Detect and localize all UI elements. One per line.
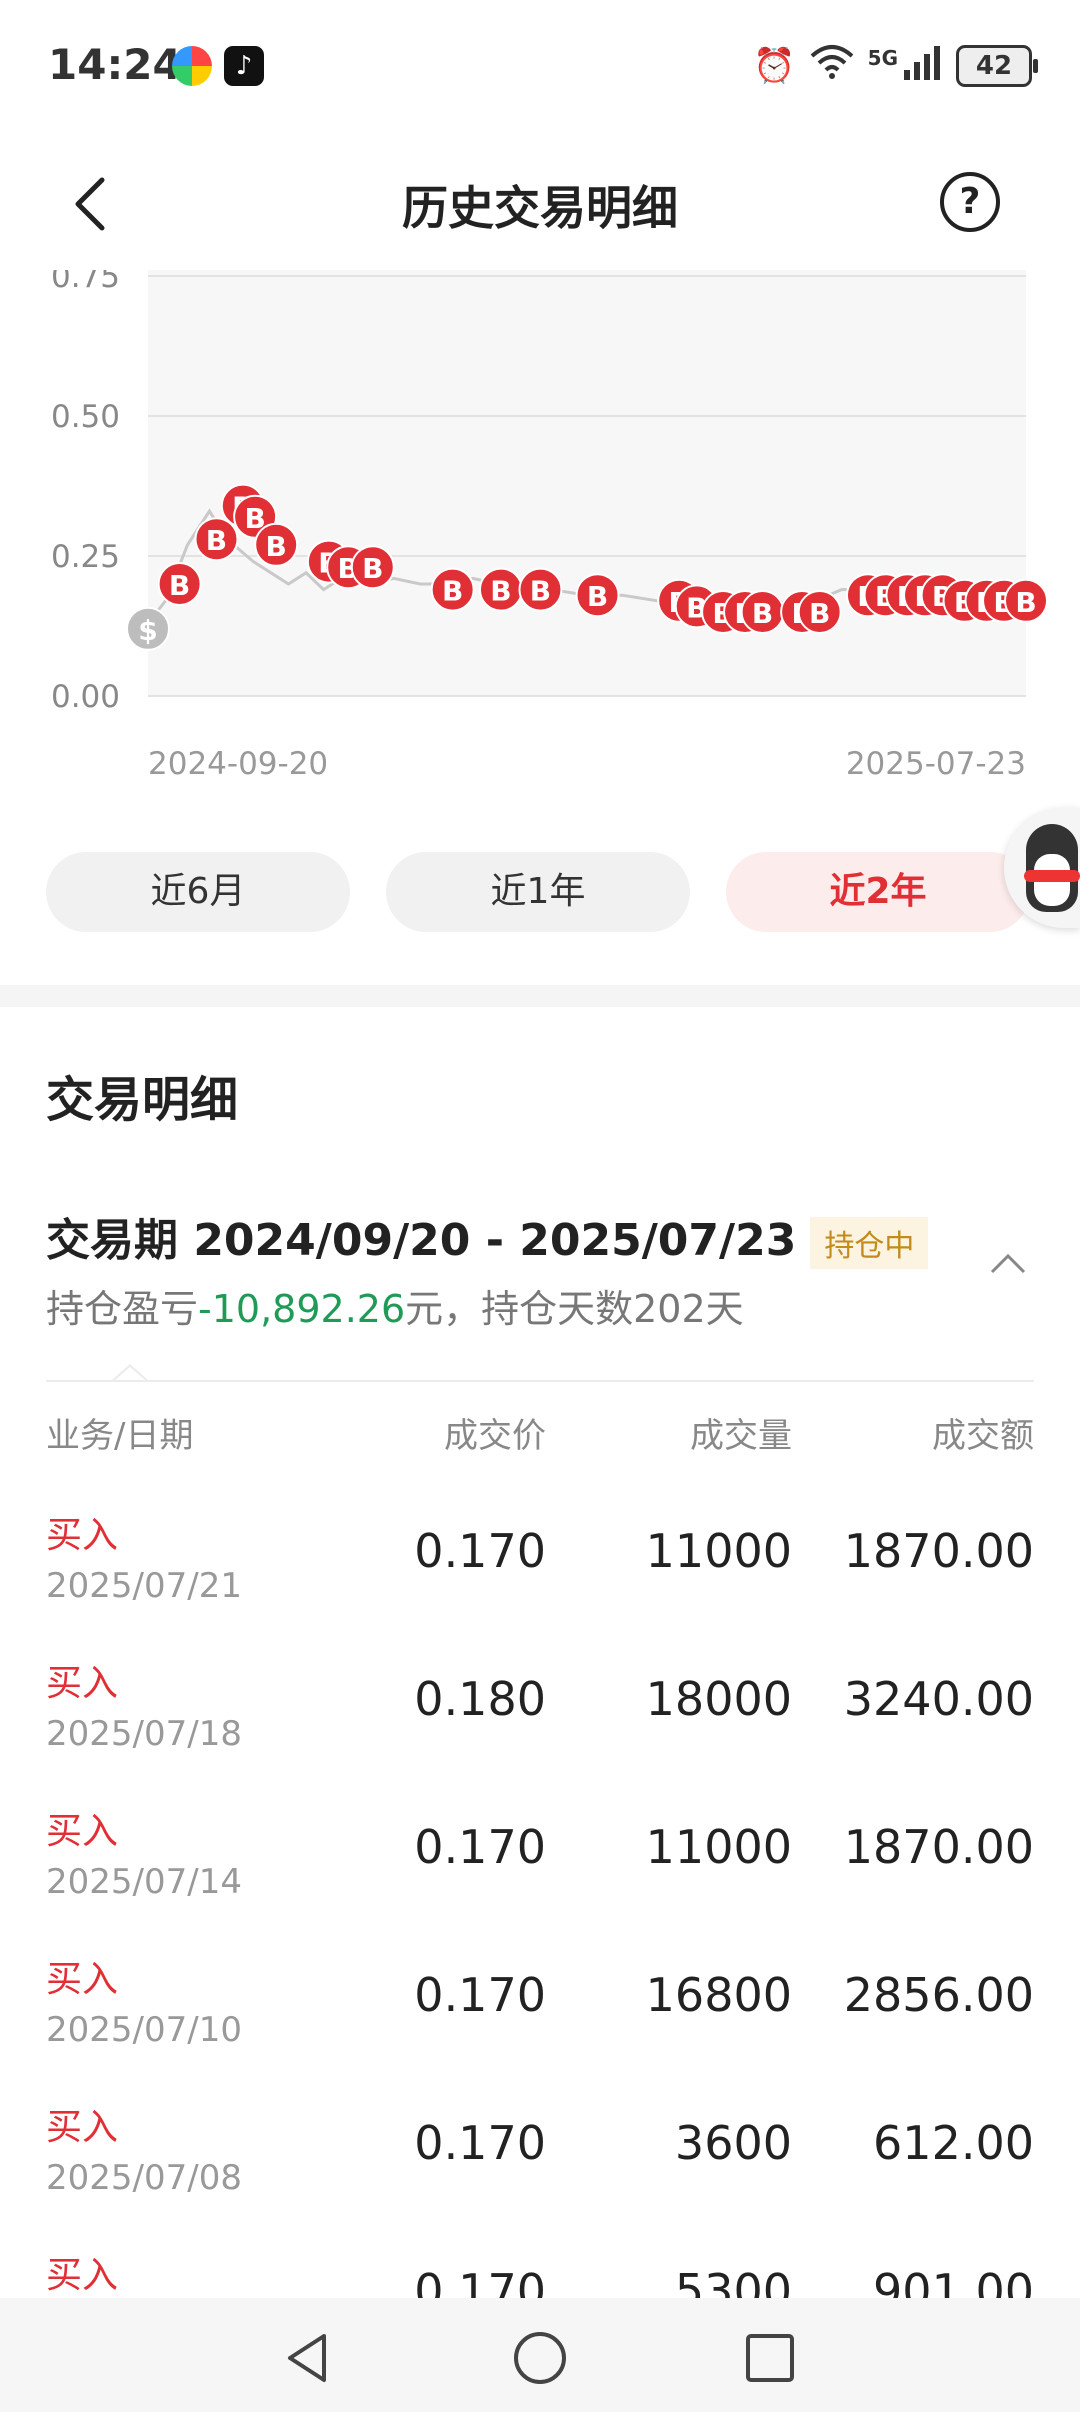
trade-date: 2025/07/21 — [46, 1566, 242, 1606]
marker-label: B — [752, 597, 773, 630]
section-divider — [0, 985, 1080, 1007]
trade-type: 买入 — [46, 2107, 119, 2148]
app-notification-icon — [172, 46, 212, 86]
x-tick-label: 2025-07-23 — [846, 746, 1026, 782]
triangle-back-icon — [288, 2334, 326, 2382]
plot-area — [148, 270, 1026, 696]
network-label: 5G — [867, 46, 898, 70]
marker-label: B — [266, 530, 287, 563]
marker-label: B — [587, 580, 608, 613]
trade-type: 买入 — [46, 1515, 119, 1556]
trade-history-chart[interactable]: 0.75 0.50 0.25 0.00 2024-09-20 2025-07-23 $ B B B… — [0, 270, 1080, 790]
trade-date: 2025/07/10 — [46, 2010, 242, 2050]
table-row[interactable]: 买入 2025/07/10 0.170 16800 2856.00 — [46, 1934, 1034, 2082]
marker-label: B — [442, 575, 463, 608]
marker-label: B — [490, 575, 511, 608]
trade-date: 2025/07/14 — [46, 1862, 242, 1902]
column-type-date: 业务/日期 — [46, 1416, 194, 1456]
tiktok-notification-icon: ♪ — [224, 46, 264, 86]
battery-indicator: 42 — [956, 45, 1038, 87]
signal-icon — [902, 44, 942, 89]
divider-notch — [112, 1364, 148, 1381]
trade-price: 0.180 — [414, 1672, 546, 1726]
y-tick-label: 0.00 — [51, 679, 120, 715]
trade-date: 2025/07/18 — [46, 1714, 242, 1754]
section-title: 交易明细 — [46, 1072, 239, 1128]
nav-home-button[interactable] — [510, 2328, 570, 2388]
marker-label: $ — [138, 614, 157, 647]
status-time: 14:24 — [48, 40, 182, 89]
y-tick-label: 0.75 — [51, 270, 120, 295]
trade-date: 2025/07/08 — [46, 2158, 242, 2198]
nav-back-button[interactable] — [280, 2328, 340, 2388]
trade-type: 买入 — [46, 1811, 119, 1852]
range-tabs: 近6月 近1年 近2年 — [46, 852, 1046, 934]
trade-period-label: 交易期 2024/09/20 - 2025/07/23 — [46, 1215, 797, 1266]
tab-1-year[interactable]: 近1年 — [386, 852, 690, 932]
nav-recents-button[interactable] — [740, 2328, 800, 2388]
marker-label: B — [1015, 586, 1036, 619]
trade-volume: 18000 — [645, 1672, 792, 1726]
trade-volume: 16800 — [645, 1968, 792, 2022]
chart-canvas: 0.750.500.250.002024-09-20 2025-07-23$BBB… — [51, 270, 1048, 782]
trade-amount: 3240.00 — [843, 1672, 1034, 1726]
column-amount: 成交额 — [932, 1416, 1034, 1456]
y-tick-label: 0.25 — [51, 539, 120, 575]
square-recents-icon — [746, 2334, 794, 2382]
wifi-icon — [810, 44, 854, 89]
alarm-icon: ⏰ — [753, 46, 796, 86]
table-row[interactable]: 买入 2025/07/21 0.170 11000 1870.00 — [46, 1490, 1034, 1638]
y-tick-label: 0.50 — [51, 399, 120, 435]
x-tick-label: 2024-09-20 — [148, 746, 328, 782]
pl-suffix: 元，持仓天数202天 — [405, 1287, 744, 1331]
trade-type: 买入 — [46, 1959, 119, 2000]
trade-volume: 11000 — [645, 1524, 792, 1578]
trade-volume: 11000 — [645, 1820, 792, 1874]
collapse-chevron-icon[interactable] — [988, 1248, 1028, 1278]
help-button[interactable]: ? — [940, 172, 1000, 232]
status-badge: 持仓中 — [810, 1217, 929, 1269]
marker-label: B — [169, 569, 190, 602]
trade-amount: 2856.00 — [843, 1968, 1034, 2022]
column-volume: 成交量 — [690, 1416, 792, 1456]
trade-amount: 1870.00 — [843, 1524, 1034, 1578]
table-row[interactable]: 买入 2025/07/08 0.170 3600 612.00 — [46, 2082, 1034, 2230]
marker-label: B — [362, 552, 383, 585]
table-row[interactable]: 买入 2025/07/14 0.170 11000 1870.00 — [46, 1786, 1034, 1934]
marker-label: B — [530, 575, 551, 608]
table-header: 业务/日期 成交价 成交量 成交额 — [46, 1408, 1034, 1458]
marker-label: B — [809, 597, 830, 630]
column-price: 成交价 — [444, 1416, 546, 1456]
pl-value: -10,892.26 — [198, 1287, 406, 1331]
status-bar: 14:24 ♪ ⏰ 5G 42 — [0, 0, 1080, 130]
trade-volume: 3600 — [674, 2116, 792, 2170]
trade-amount: 612.00 — [873, 2116, 1034, 2170]
trade-price: 0.170 — [414, 1524, 546, 1578]
trade-table: 买入 2025/07/21 0.170 11000 1870.00 买入 202… — [46, 1490, 1034, 2378]
divider — [46, 1380, 1034, 1382]
pl-prefix: 持仓盈亏 — [46, 1287, 199, 1331]
trade-price: 0.170 — [414, 1820, 546, 1874]
top-nav-bar: 历史交易明细 ? — [0, 150, 1080, 260]
tab-2-years[interactable]: 近2年 — [726, 852, 1030, 932]
trade-price: 0.170 — [414, 1968, 546, 2022]
trade-price: 0.170 — [414, 2116, 546, 2170]
trade-amount: 1870.00 — [843, 1820, 1034, 1874]
position-profit-loss: 持仓盈亏-10,892.26元，持仓天数202天 — [46, 1278, 744, 1333]
marker-label: B — [206, 524, 227, 557]
trade-type: 买入 — [46, 1663, 119, 1704]
page-title: 历史交易明细 — [402, 181, 678, 235]
circle-home-icon — [514, 2332, 566, 2384]
system-navigation-bar — [0, 2298, 1080, 2412]
tab-6-months[interactable]: 近6月 — [46, 852, 350, 932]
trade-period: 交易期 2024/09/20 - 2025/07/23 持仓中 — [46, 1204, 929, 1269]
table-row[interactable]: 买入 2025/07/18 0.180 18000 3240.00 — [46, 1638, 1034, 1786]
trade-type: 买入 — [46, 2255, 119, 2296]
